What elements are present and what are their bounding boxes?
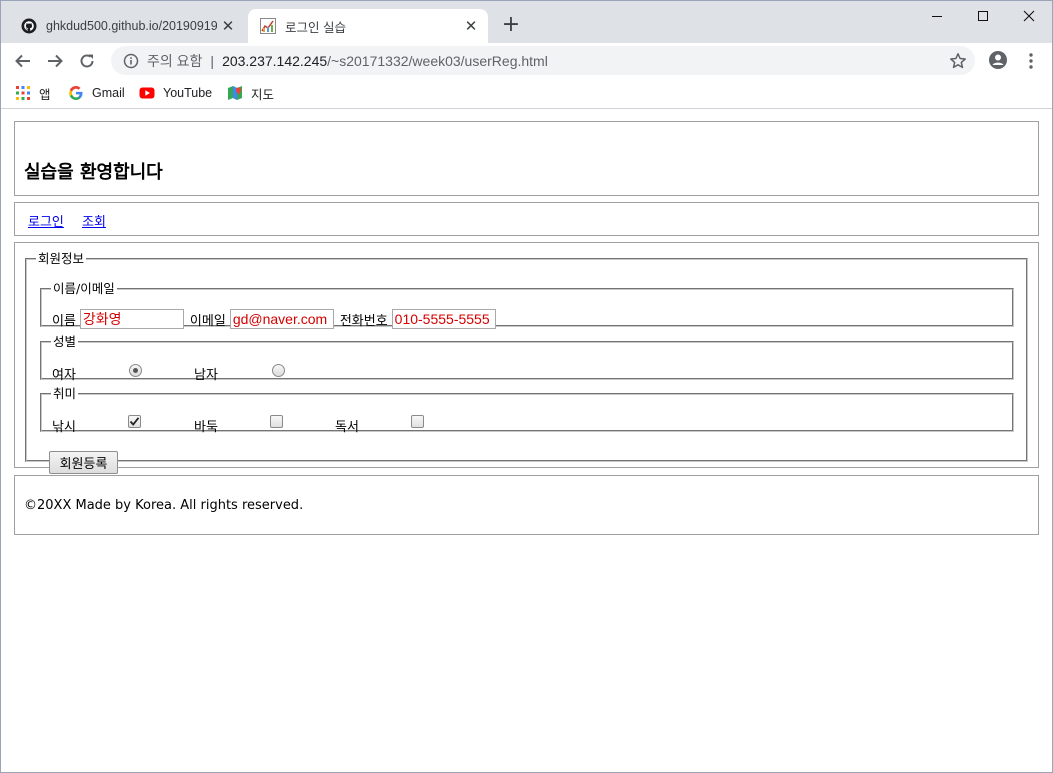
bookmark-label: Gmail [92, 86, 125, 100]
tab-title: 로그인 실습 [285, 20, 346, 35]
email-input[interactable]: gd@naver.com [229, 309, 334, 329]
tab-close-icon[interactable]: ✕ [460, 17, 482, 35]
tab-login-practice[interactable]: 로그인 실습 ✕ [248, 9, 488, 43]
bookmark-label: 지도 [251, 87, 275, 102]
hobby-reading-label: 독서 [335, 420, 359, 435]
radio-selected-dot [133, 368, 138, 373]
phone-input[interactable]: 010-5555-5555 [391, 309, 496, 329]
account-icon[interactable] [988, 50, 1008, 70]
nav-link-login[interactable]: 로그인 [28, 211, 64, 230]
hobby-reading-checkbox[interactable] [411, 415, 424, 428]
bookmarks-bar: 앱 Gmail YouTube 지도 [1, 79, 1052, 109]
registration-form-container: 회원정보 이름/이메일 이름 강화영 이메일 gd@naver.com 전화번호… [14, 242, 1039, 474]
forward-button[interactable] [43, 49, 67, 73]
address-bar[interactable]: 주의 요함 | 203.237.142.245/~s20171332/week0… [111, 46, 975, 75]
member-info-fieldset: 회원정보 이름/이메일 이름 강화영 이메일 gd@naver.com 전화번호… [25, 251, 1028, 474]
hobby-fishing-label: 낚시 [52, 420, 76, 435]
gender-male-radio[interactable] [272, 364, 285, 377]
gender-female-label: 여자 [52, 368, 76, 383]
address-separator: | [210, 52, 215, 69]
url-host: 203.237.142.245 [222, 52, 328, 69]
page-footer: ©20XX Made by Korea. All rights reserved… [14, 475, 1039, 535]
tab-title: ghkdud500.github.io/20190919 [46, 19, 217, 33]
tab-strip: ghkdud500.github.io/20190919 ✕ 로그인 실습 ✕ … [1, 1, 1052, 43]
minimize-icon [931, 15, 942, 17]
member-info-legend: 회원정보 [38, 251, 85, 266]
chart-favicon-icon [260, 18, 276, 34]
hobby-baduk-label: 바둑 [194, 420, 218, 435]
name-email-fieldset: 이름/이메일 이름 강화영 이메일 gd@naver.com 전화번호 010-… [40, 281, 1014, 329]
name-email-legend: 이름/이메일 [53, 281, 115, 296]
gender-male-label: 남자 [194, 368, 218, 383]
name-label: 이름 [52, 313, 76, 329]
browser-toolbar: 주의 요함 | 203.237.142.245/~s20171332/week0… [1, 43, 1052, 79]
maps-icon [228, 86, 242, 100]
maximize-icon [977, 10, 988, 21]
back-arrow-icon [15, 54, 30, 68]
bookmark-label: 앱 [39, 87, 51, 102]
minimize-button[interactable] [914, 1, 960, 31]
page-nav: 로그인 조회 [14, 202, 1039, 236]
maximize-button[interactable] [960, 1, 1006, 31]
hobby-fieldset: 취미 낚시 바둑 독서 [40, 386, 1014, 435]
page-header: 실습을 환영합니다 [14, 121, 1039, 196]
apps-grid-icon [16, 86, 30, 100]
page-title: 실습을 환영합니다 [24, 162, 163, 183]
github-icon [21, 18, 37, 34]
hobby-legend: 취미 [53, 386, 77, 401]
back-button[interactable] [11, 49, 35, 73]
bookmark-star-icon[interactable] [949, 52, 967, 70]
tab-github[interactable]: ghkdud500.github.io/20190919 ✕ [9, 9, 245, 43]
info-icon[interactable] [123, 53, 139, 69]
phone-label: 전화번호 [339, 313, 388, 329]
bookmark-maps[interactable]: 지도 [227, 84, 274, 102]
hobby-fishing-checkbox[interactable] [128, 415, 141, 428]
bookmark-youtube[interactable]: YouTube [139, 84, 212, 102]
more-menu-icon[interactable] [1021, 51, 1041, 71]
google-g-icon [69, 86, 83, 100]
nav-link-lookup[interactable]: 조회 [82, 211, 106, 230]
page-viewport: 실습을 환영합니다 로그인 조회 회원정보 이름/이메일 이름 강화영 이메일 … [1, 111, 1052, 772]
register-button[interactable]: 회원등록 [49, 451, 118, 474]
name-input[interactable]: 강화영 [79, 309, 184, 329]
tab-close-icon[interactable]: ✕ [217, 17, 239, 35]
gender-fieldset: 성별 여자 남자 [40, 334, 1014, 383]
url-path: /~s20171332/week03/userReg.html [327, 52, 548, 69]
gender-female-radio[interactable] [129, 364, 142, 377]
close-window-button[interactable] [1006, 1, 1052, 31]
close-icon [1023, 10, 1035, 22]
reload-button[interactable] [75, 49, 99, 73]
forward-arrow-icon [48, 54, 63, 68]
reload-icon [80, 54, 94, 68]
bookmark-gmail[interactable]: Gmail [68, 84, 125, 102]
hobby-baduk-checkbox[interactable] [270, 415, 283, 428]
bookmark-label: YouTube [163, 86, 213, 100]
new-tab-button[interactable]: + [499, 14, 523, 38]
copyright-text: ©20XX Made by Korea. All rights reserved… [24, 498, 304, 513]
email-label: 이메일 [189, 313, 226, 329]
youtube-icon [139, 87, 155, 99]
checkmark-icon [129, 417, 140, 426]
security-warning-label: 주의 요함 [147, 52, 203, 69]
gender-legend: 성별 [53, 334, 77, 349]
bookmark-apps[interactable]: 앱 [15, 84, 51, 102]
